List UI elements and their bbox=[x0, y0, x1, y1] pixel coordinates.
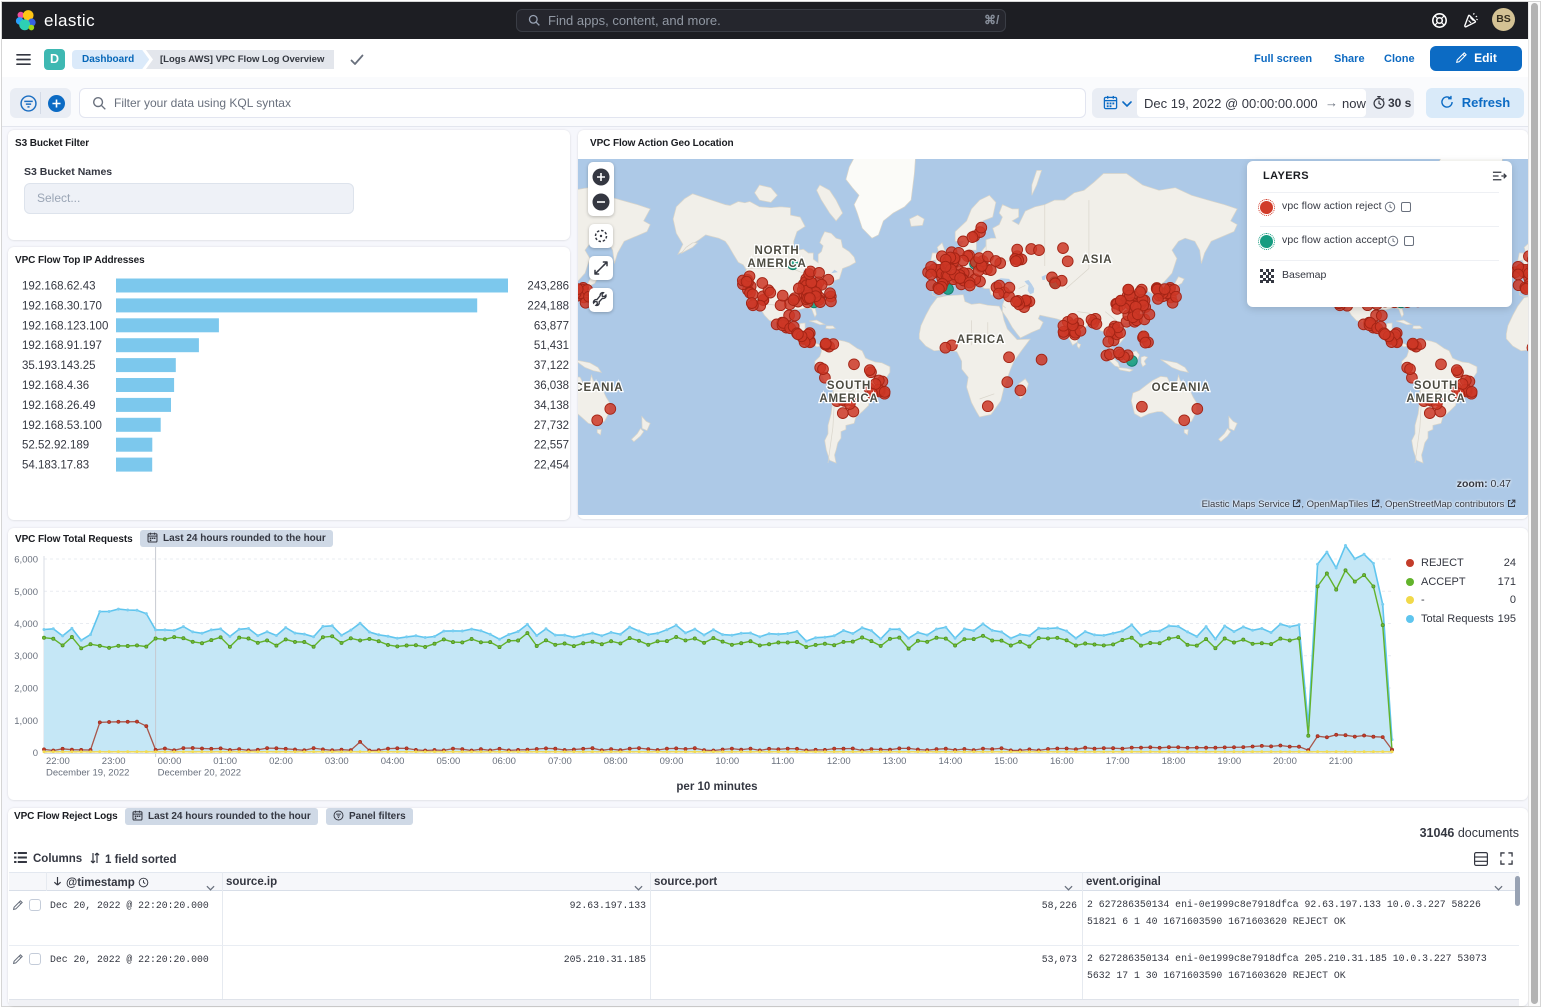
svg-text:34,138: 34,138 bbox=[534, 400, 569, 412]
svg-text:192.168.4.36: 192.168.4.36 bbox=[22, 380, 89, 392]
svg-text:22,454: 22,454 bbox=[534, 460, 570, 472]
svg-text:16:00: 16:00 bbox=[1050, 756, 1074, 767]
svg-text:04:00: 04:00 bbox=[381, 756, 405, 767]
svg-text:18:00: 18:00 bbox=[1162, 756, 1186, 767]
svg-text:AMERICA: AMERICA bbox=[819, 393, 878, 405]
svg-text:07:00: 07:00 bbox=[548, 756, 572, 767]
svg-text:51,431: 51,431 bbox=[534, 340, 569, 352]
svg-text:00:00: 00:00 bbox=[158, 756, 182, 767]
svg-text:11:00: 11:00 bbox=[771, 756, 794, 767]
svg-text:14:00: 14:00 bbox=[939, 756, 963, 767]
svg-text:23:00: 23:00 bbox=[102, 756, 126, 767]
svg-text:13:00: 13:00 bbox=[883, 756, 907, 767]
svg-text:4,000: 4,000 bbox=[14, 619, 38, 630]
svg-text:02:00: 02:00 bbox=[269, 756, 293, 767]
svg-text:08:00: 08:00 bbox=[604, 756, 628, 767]
svg-text:December 20, 2022: December 20, 2022 bbox=[158, 768, 241, 779]
svg-text:243,286: 243,286 bbox=[527, 281, 569, 293]
svg-text:35.193.143.25: 35.193.143.25 bbox=[22, 360, 96, 372]
svg-text:20:00: 20:00 bbox=[1273, 756, 1297, 767]
svg-text:3,000: 3,000 bbox=[14, 651, 38, 662]
svg-text:SOUTH: SOUTH bbox=[827, 380, 871, 392]
svg-text:1,000: 1,000 bbox=[14, 716, 38, 727]
svg-text:0: 0 bbox=[33, 748, 38, 759]
svg-text:17:00: 17:00 bbox=[1106, 756, 1130, 767]
svg-text:192.168.30.170: 192.168.30.170 bbox=[22, 300, 102, 312]
svg-text:6,000: 6,000 bbox=[14, 555, 38, 566]
svg-text:192.168.26.49: 192.168.26.49 bbox=[22, 400, 96, 412]
svg-text:05:00: 05:00 bbox=[437, 756, 461, 767]
svg-text:192.168.91.197: 192.168.91.197 bbox=[22, 340, 102, 352]
svg-text:ASIA: ASIA bbox=[1082, 254, 1113, 266]
svg-text:10:00: 10:00 bbox=[715, 756, 739, 767]
svg-text:27,732: 27,732 bbox=[534, 420, 569, 432]
svg-text:63,877: 63,877 bbox=[534, 320, 569, 332]
svg-text:21:00: 21:00 bbox=[1329, 756, 1353, 767]
svg-text:06:00: 06:00 bbox=[492, 756, 516, 767]
svg-text:AMERICA: AMERICA bbox=[747, 258, 806, 270]
svg-text:2,000: 2,000 bbox=[14, 684, 38, 695]
svg-text:22,557: 22,557 bbox=[534, 440, 569, 452]
svg-text:54.183.17.83: 54.183.17.83 bbox=[22, 460, 89, 472]
svg-text:5,000: 5,000 bbox=[14, 587, 38, 598]
svg-text:15:00: 15:00 bbox=[994, 756, 1018, 767]
svg-text:192.168.62.43: 192.168.62.43 bbox=[22, 281, 96, 293]
svg-text:22:00: 22:00 bbox=[46, 756, 70, 767]
svg-text:09:00: 09:00 bbox=[660, 756, 684, 767]
svg-text:192.168.123.100: 192.168.123.100 bbox=[22, 320, 108, 332]
svg-text:per 10 minutes: per 10 minutes bbox=[676, 781, 757, 793]
svg-text:AFRICA: AFRICA bbox=[957, 334, 1005, 346]
svg-text:OCEANIA: OCEANIA bbox=[1152, 382, 1211, 394]
svg-text:224,188: 224,188 bbox=[527, 300, 569, 312]
svg-text:36,038: 36,038 bbox=[534, 380, 569, 392]
svg-text:12:00: 12:00 bbox=[827, 756, 851, 767]
svg-text:52.52.92.189: 52.52.92.189 bbox=[22, 440, 89, 452]
svg-text:37,122: 37,122 bbox=[534, 360, 569, 372]
svg-text:01:00: 01:00 bbox=[213, 756, 237, 767]
svg-text:03:00: 03:00 bbox=[325, 756, 349, 767]
svg-text:192.168.53.100: 192.168.53.100 bbox=[22, 420, 102, 432]
svg-text:NORTH: NORTH bbox=[755, 245, 800, 257]
svg-text:19:00: 19:00 bbox=[1217, 756, 1241, 767]
svg-text:December 19, 2022: December 19, 2022 bbox=[46, 768, 129, 779]
